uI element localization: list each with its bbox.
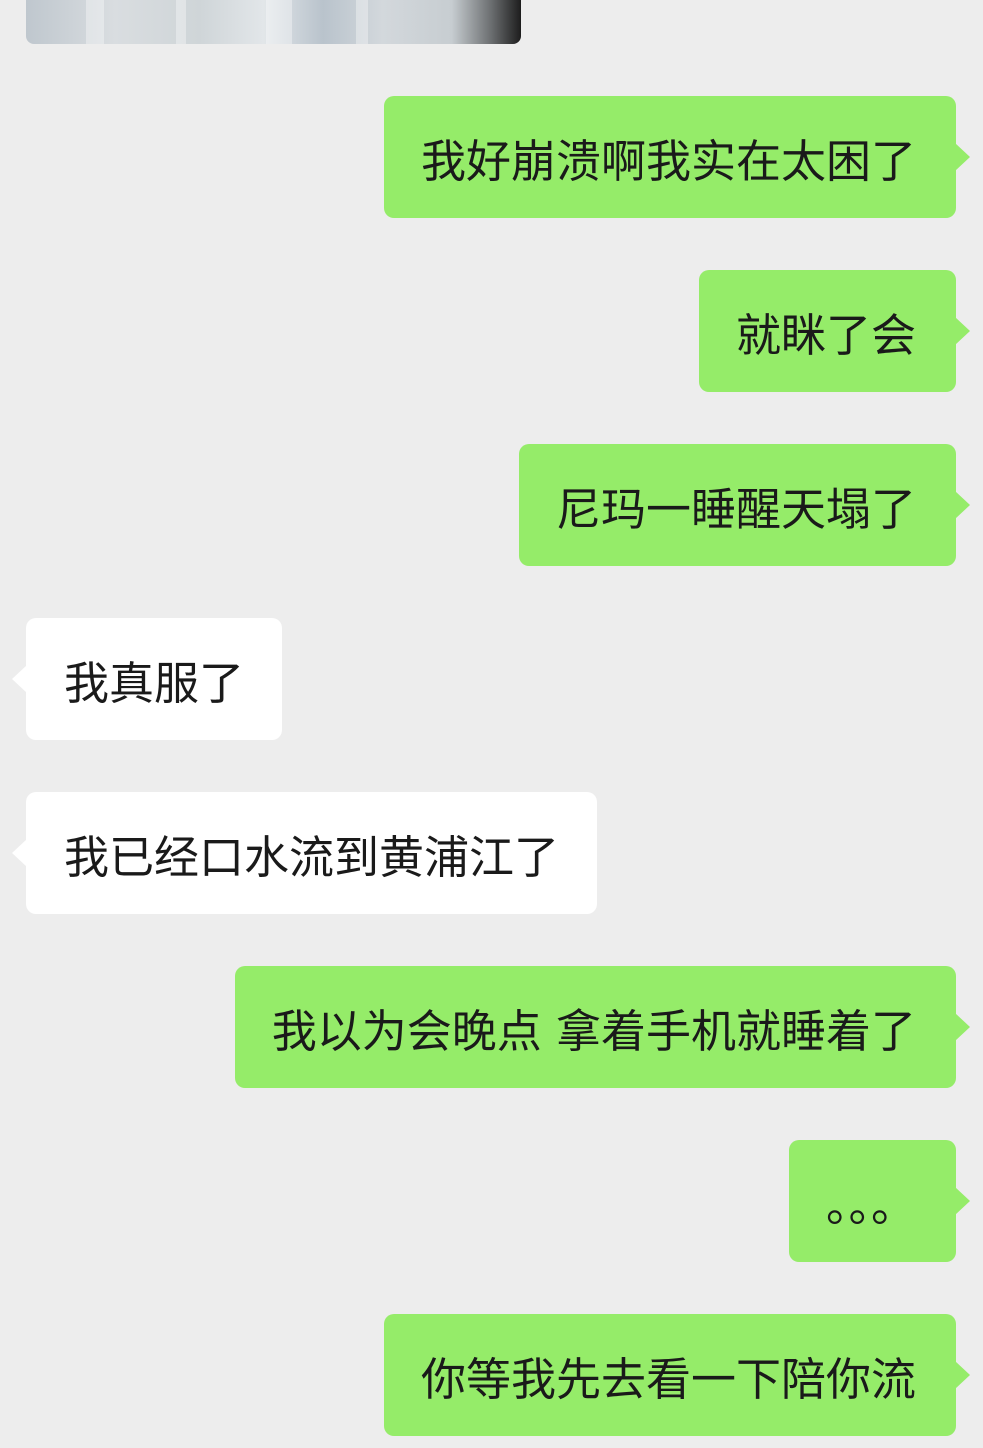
message-bubble-outgoing[interactable]: 你等我先去看一下陪你流 (383, 1314, 971, 1436)
message-text: 尼玛一睡醒天塌了 (555, 482, 916, 536)
message-bubble-outgoing[interactable]: 尼玛一睡醒天塌了 (518, 444, 971, 566)
message-text: 。。。 (825, 1178, 916, 1232)
message-text: 我以为会晚点 拿着手机就睡着了 (271, 1004, 916, 1058)
message-text: 就眯了会 (735, 308, 916, 362)
message-bubble-outgoing[interactable]: 。。。 (788, 1140, 971, 1262)
message-bubble-outgoing[interactable]: 我以为会晚点 拿着手机就睡着了 (234, 966, 971, 1088)
chat-area[interactable]: 我好崩溃啊我实在太困了 就眯了会 尼玛一睡醒天塌了 我真服了 我已经口水流到黄浦… (0, 0, 983, 1448)
message-text: 你等我先去看一下陪你流 (420, 1352, 916, 1406)
message-text: 我好崩溃啊我实在太困了 (420, 134, 916, 188)
message-text: 我真服了 (64, 656, 245, 710)
message-bubble-outgoing[interactable]: 我好崩溃啊我实在太困了 (383, 96, 971, 218)
message-text: 我已经口水流到黄浦江了 (64, 830, 560, 884)
shared-image-message[interactable] (26, 0, 521, 44)
message-bubble-outgoing[interactable]: 就眯了会 (698, 270, 971, 392)
message-bubble-incoming[interactable]: 我已经口水流到黄浦江了 (11, 792, 598, 914)
message-bubble-incoming[interactable]: 我真服了 (11, 618, 283, 740)
